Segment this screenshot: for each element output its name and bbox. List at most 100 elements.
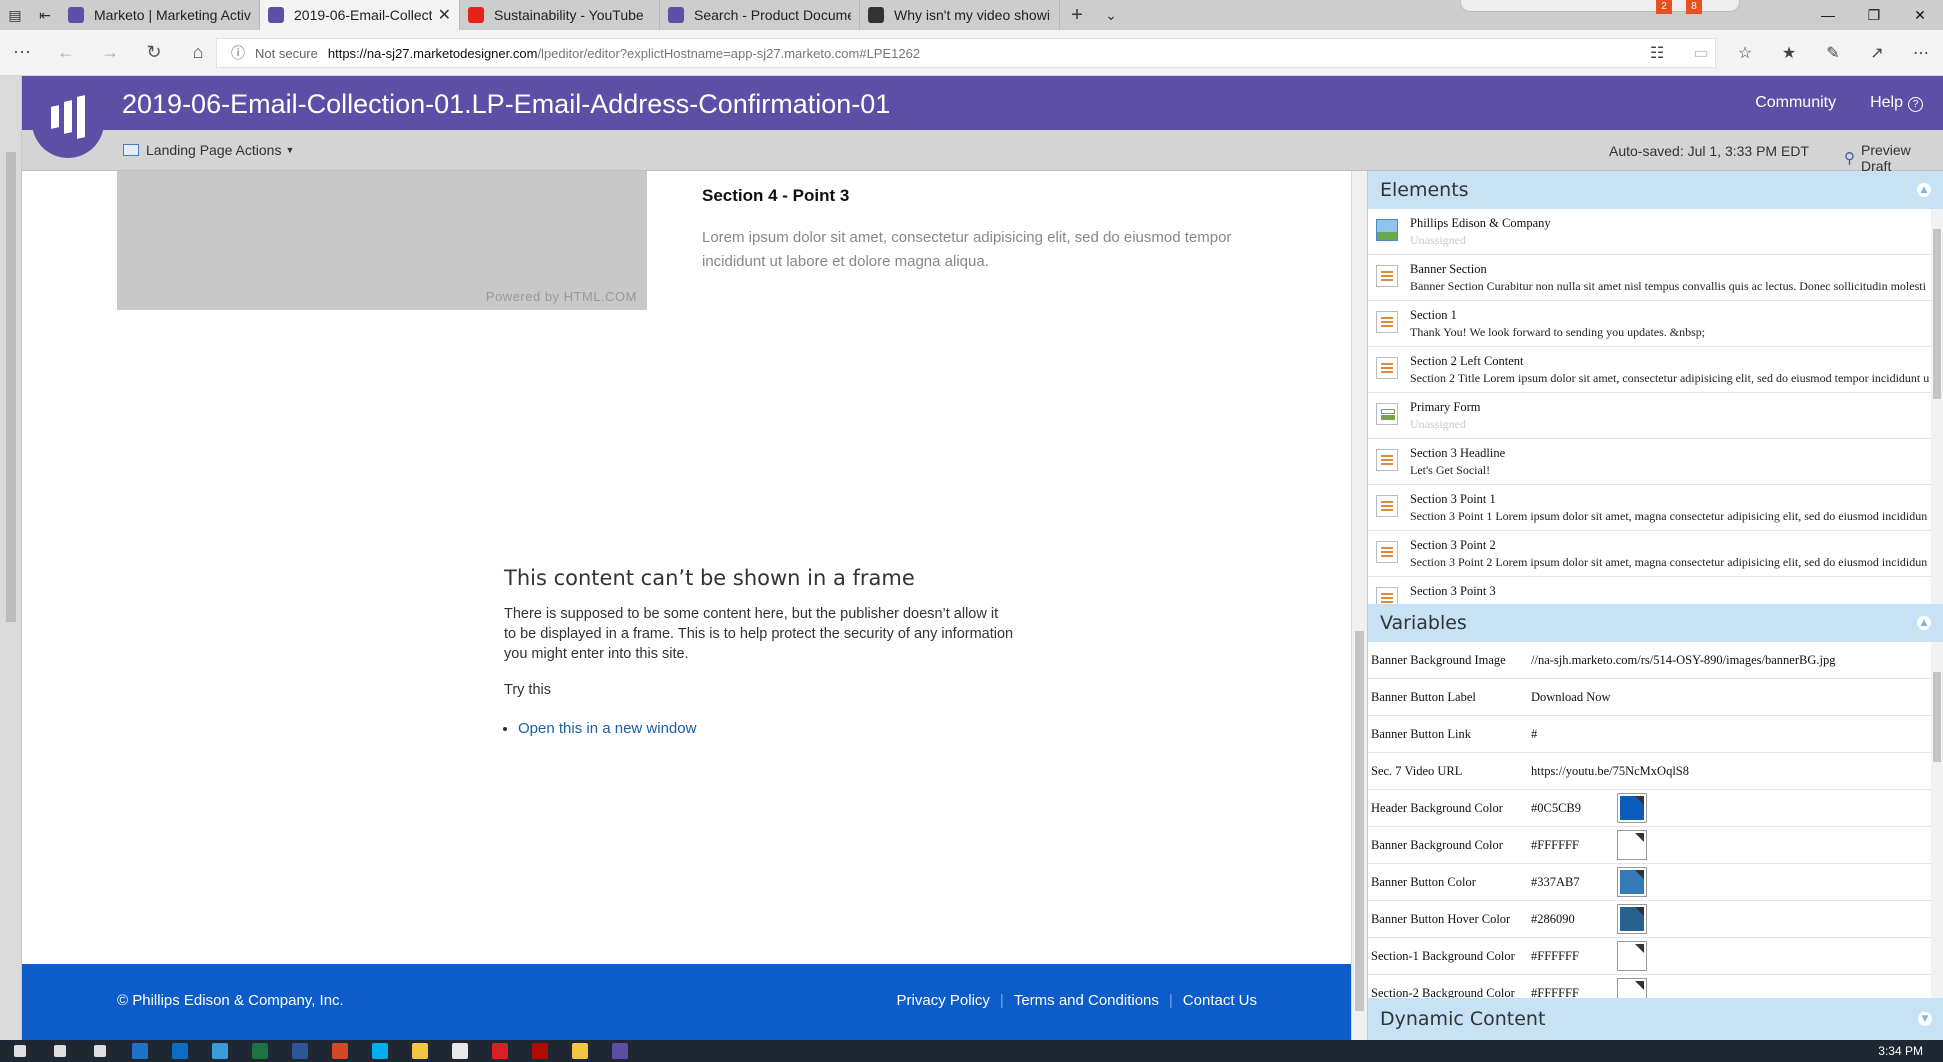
share-icon[interactable]: ↗	[1855, 43, 1899, 63]
creative-cloud-icon[interactable]	[480, 1040, 520, 1062]
element-item[interactable]: Primary Form Unassigned	[1368, 393, 1943, 439]
pen-icon[interactable]: ✎	[1811, 43, 1855, 63]
tab-actions-icon[interactable]: ▤	[0, 0, 30, 30]
more-icon[interactable]: ⋯	[1899, 43, 1943, 63]
variable-value[interactable]: Download Now	[1531, 690, 1921, 705]
home-icon[interactable]: ⌂	[176, 42, 220, 63]
variable-value[interactable]: #FFFFFF	[1531, 949, 1617, 964]
element-item[interactable]: Section 3 Point 3 Section 3 Point 3 Lorem…	[1368, 577, 1943, 604]
acrobat-icon[interactable]	[520, 1040, 560, 1062]
variable-value[interactable]: //na-sjh.marketo.com/rs/514-OSY-890/imag…	[1531, 653, 1921, 668]
marketo-app-icon[interactable]	[600, 1040, 640, 1062]
outlook-icon[interactable]	[160, 1040, 200, 1062]
edge-icon[interactable]	[120, 1040, 160, 1062]
reading-view-icon[interactable]: ☷	[1635, 43, 1679, 63]
variable-value[interactable]: #337AB7	[1531, 875, 1617, 890]
tab-preview-chevron-icon[interactable]: ⌄	[1094, 0, 1128, 30]
color-picker-corner-icon	[1635, 870, 1644, 879]
browser-tab[interactable]: Sustainability - YouTube	[460, 0, 660, 30]
tab-aside-icon[interactable]: ⇤	[30, 0, 60, 30]
dynamic-content-header[interactable]: Dynamic Content ▼	[1368, 998, 1943, 1040]
menu-dots-icon[interactable]: ⋯	[0, 42, 44, 63]
powerpoint-icon[interactable]	[320, 1040, 360, 1062]
color-swatch[interactable]	[1617, 867, 1647, 897]
landing-page-canvas[interactable]: Powered by HTML.COM Section 4 - Point 3 …	[22, 171, 1351, 964]
variable-value[interactable]: #FFFFFF	[1531, 838, 1617, 853]
book-icon[interactable]: ▭	[1679, 43, 1723, 63]
folder-icon[interactable]	[560, 1040, 600, 1062]
element-item[interactable]: Section 3 Point 1 Section 3 Point 1 Lorem…	[1368, 485, 1943, 531]
favorites-hub-icon[interactable]: ★	[1767, 43, 1811, 63]
element-item[interactable]: Section 3 Point 2 Section 3 Point 2 Lorem…	[1368, 531, 1943, 577]
variable-value[interactable]: #0C5CB9	[1531, 801, 1617, 816]
scrollbar-thumb[interactable]	[1933, 229, 1941, 399]
preview-draft-button[interactable]: ⚲ Preview Draft	[1844, 142, 1943, 174]
favorite-star-icon[interactable]: ☆	[1723, 43, 1767, 63]
collapse-down-icon[interactable]: ▼	[1918, 1012, 1932, 1026]
element-item[interactable]: Phillips Edison & Company Unassigned	[1368, 209, 1943, 255]
browser-tab[interactable]: Marketo | Marketing Activiti	[60, 0, 260, 30]
help-link[interactable]: Help?	[1870, 94, 1923, 112]
browser-tab[interactable]: Search - Product Document	[660, 0, 860, 30]
ie-icon[interactable]	[200, 1040, 240, 1062]
editor-side-panel: Elements ▲ Phillips Edison & Company Unas…	[1367, 171, 1943, 1040]
color-swatch[interactable]	[1617, 830, 1647, 860]
close-window-icon[interactable]: ✕	[1897, 0, 1943, 30]
variables-scrollbar[interactable]	[1931, 642, 1943, 1005]
elements-header[interactable]: Elements ▲	[1368, 171, 1943, 209]
terms-link[interactable]: Terms and Conditions	[1014, 992, 1159, 1009]
scrollbar-thumb[interactable]	[1933, 672, 1941, 762]
restore-icon[interactable]: ❐	[1851, 0, 1897, 30]
collapse-up-icon[interactable]: ▲	[1917, 183, 1931, 197]
skype-icon[interactable]	[360, 1040, 400, 1062]
notification-badge[interactable]: 8	[1686, 0, 1702, 14]
element-item[interactable]: Section 3 Headline Let's Get Social!	[1368, 439, 1943, 485]
explorer-icon[interactable]	[400, 1040, 440, 1062]
minimize-icon[interactable]: —	[1805, 0, 1851, 30]
browser-tab[interactable]: 2019-06-Email-Collectio ✕	[260, 0, 460, 30]
browser-tab[interactable]: Why isn't my video showing	[860, 0, 1060, 30]
image-caption: Powered by HTML.COM	[485, 289, 637, 304]
elements-scrollbar[interactable]	[1931, 209, 1943, 604]
collapse-up-icon[interactable]: ▲	[1917, 616, 1931, 630]
open-new-window-link[interactable]: Open this in a new window	[518, 720, 1014, 737]
color-swatch[interactable]	[1617, 793, 1647, 823]
element-item[interactable]: Section 1 Thank You! We look forward to s…	[1368, 301, 1943, 347]
address-bar[interactable]: ⓘ Not secure https://na-sj27.marketodesi…	[216, 38, 1716, 68]
word-icon[interactable]	[280, 1040, 320, 1062]
element-item[interactable]: Section 2 Left Content Section 2 Title Lo…	[1368, 347, 1943, 393]
windows-start-icon[interactable]	[0, 1040, 40, 1062]
color-swatch[interactable]	[1617, 941, 1647, 971]
variable-value[interactable]: #286090	[1531, 912, 1617, 927]
variable-value[interactable]: #	[1531, 727, 1921, 742]
community-link[interactable]: Community	[1755, 94, 1836, 112]
privacy-policy-link[interactable]: Privacy Policy	[897, 992, 990, 1009]
canvas-scrollbar[interactable]	[1351, 171, 1367, 1040]
variable-value[interactable]: https://youtu.be/75NcMxOqlS8	[1531, 764, 1921, 779]
marketo-logo-icon[interactable]	[32, 76, 104, 158]
close-tab-icon[interactable]: ✕	[438, 5, 451, 25]
variables-header[interactable]: Variables ▲	[1368, 604, 1943, 642]
task-view-icon[interactable]	[80, 1040, 120, 1062]
footer-divider: |	[1168, 992, 1173, 1009]
scrollbar-thumb[interactable]	[6, 152, 16, 622]
taskbar-glyph	[292, 1043, 308, 1059]
contact-us-link[interactable]: Contact Us	[1183, 992, 1257, 1009]
forward-arrow-icon[interactable]: →	[88, 42, 132, 63]
notification-badge[interactable]: 2	[1656, 0, 1672, 14]
excel-icon[interactable]	[240, 1040, 280, 1062]
search-icon[interactable]	[40, 1040, 80, 1062]
left-scrollbar[interactable]	[0, 76, 22, 1040]
refresh-icon[interactable]: ↻	[132, 42, 176, 63]
section-image-placeholder[interactable]: Powered by HTML.COM	[117, 171, 647, 310]
chrome-icon[interactable]	[440, 1040, 480, 1062]
landing-page-actions-menu[interactable]: Landing Page Actions ▼	[123, 142, 294, 158]
scrollbar-thumb[interactable]	[1355, 631, 1364, 1011]
color-swatch[interactable]	[1617, 904, 1647, 934]
section-body: Lorem ipsum dolor sit amet, consectetur …	[702, 229, 1232, 270]
element-item[interactable]: Banner Section Banner Section Curabitur n…	[1368, 255, 1943, 301]
back-arrow-icon[interactable]: ←	[44, 42, 88, 63]
element-text: Section 3 Point 2 Section 3 Point 2 Lorem…	[1410, 538, 1943, 570]
info-icon[interactable]: ⓘ	[231, 43, 245, 63]
new-tab-icon[interactable]: +	[1060, 0, 1094, 30]
